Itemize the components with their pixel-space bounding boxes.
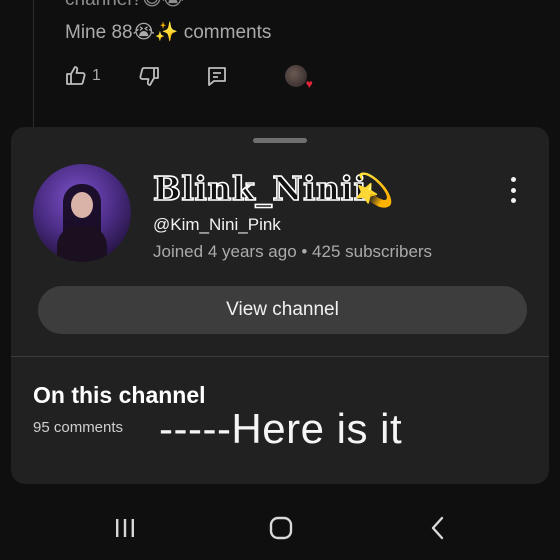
more-vert-icon[interactable]	[501, 177, 525, 203]
comment-text: Mine 88😭✨ comments	[65, 22, 272, 43]
recents-icon	[116, 519, 134, 537]
channel-name-emoji: 💫	[354, 172, 394, 208]
system-nav-bar	[0, 500, 560, 560]
comment-partial-text: channel?😅😭	[65, 0, 184, 11]
recents-button[interactable]	[109, 514, 141, 542]
home-icon	[269, 516, 293, 540]
thumbs-up-icon	[66, 66, 86, 85]
creator-avatar: ♥	[284, 65, 313, 91]
like-count: 1	[92, 67, 101, 84]
handwritten-annotation: -----Here is it	[159, 405, 403, 452]
dislike-button[interactable]	[137, 64, 161, 88]
view-channel-button[interactable]: View channel	[38, 286, 527, 334]
thread-line	[33, 0, 34, 128]
channel-bottom-sheet: Blink_Ninii 💫 @Kim_Nini_Pink Joined 4 ye…	[11, 127, 549, 484]
back-button[interactable]	[422, 514, 454, 542]
reply-icon	[208, 67, 226, 86]
creator-heart: ♥	[284, 65, 313, 91]
home-button[interactable]	[265, 514, 297, 542]
thumbs-down-icon	[139, 67, 159, 86]
channel-avatar[interactable]	[33, 164, 131, 262]
like-button[interactable]: 1	[64, 64, 101, 88]
drag-handle[interactable]	[253, 138, 307, 143]
reply-button[interactable]	[205, 64, 229, 88]
channel-name: Blink_Ninii	[152, 168, 367, 209]
back-icon	[431, 516, 444, 540]
channel-handle: @Kim_Nini_Pink	[153, 215, 281, 234]
divider	[11, 356, 549, 357]
comments-count: 95 comments	[33, 419, 124, 436]
channel-meta: Joined 4 years ago • 425 subscribers	[153, 242, 433, 261]
creator-heart-icon: ♥	[305, 77, 313, 91]
comment-actions: 1 ♥	[64, 64, 313, 91]
background-comment: channel?😅😭 Mine 88😭✨ comments 1 ♥	[0, 0, 560, 128]
